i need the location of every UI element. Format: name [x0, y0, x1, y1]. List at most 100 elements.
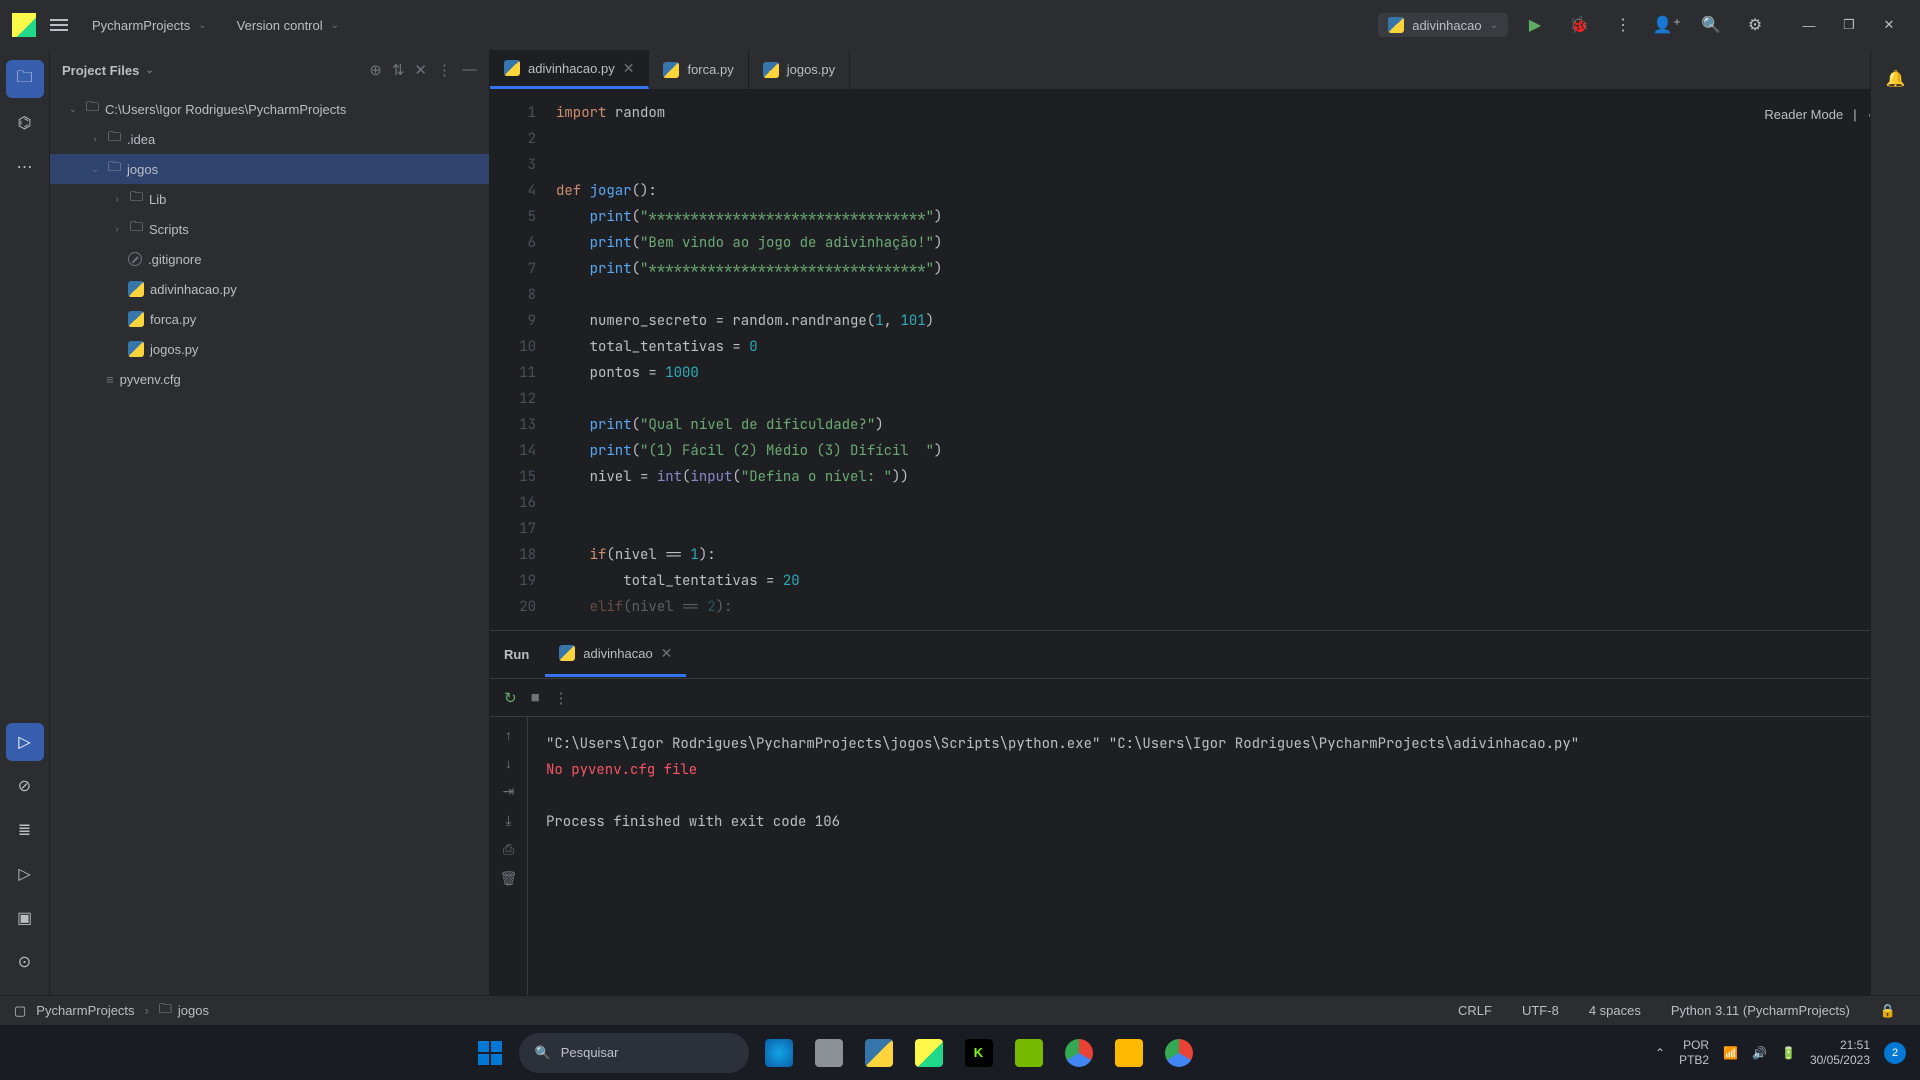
tree-file-jogos[interactable]: jogos.py — [50, 334, 489, 364]
notification-count-badge[interactable]: 2 — [1884, 1042, 1906, 1064]
interpreter-status[interactable]: Python 3.11 (PycharmProjects) — [1661, 1003, 1860, 1018]
services-tool-button[interactable]: ▷ — [6, 855, 44, 893]
taskbar-search[interactable]: 🔍 Pesquisar — [519, 1033, 749, 1073]
chevron-down-icon: ⌄ — [198, 20, 206, 31]
tree-folder-jogos[interactable]: ⌄ 🗀 jogos — [50, 154, 489, 184]
project-dropdown[interactable]: PycharmProjects ⌄ — [82, 14, 217, 37]
project-tool-button[interactable]: 🗀 — [6, 60, 44, 98]
tree-folder-idea[interactable]: › 🗀 .idea — [50, 124, 489, 154]
clear-all-icon[interactable]: 🗑 — [500, 870, 518, 887]
project-name-label: PycharmProjects — [92, 18, 190, 33]
stop-button[interactable]: ■ — [531, 689, 540, 706]
more-tools-icon[interactable]: ⋯ — [6, 148, 44, 186]
run-configuration-dropdown[interactable]: adivinhacao ⌄ — [1378, 13, 1508, 37]
run-button[interactable]: ▶ — [1518, 8, 1552, 42]
breadcrumb-item[interactable]: 🗀 jogos — [159, 1000, 209, 1022]
editor-tab-jogos[interactable]: jogos.py — [749, 50, 850, 89]
taskbar-app-nvidia[interactable] — [1009, 1033, 1049, 1073]
code-editor[interactable]: import random def jogar(): print("******… — [546, 90, 1920, 630]
breadcrumb-item[interactable]: PycharmProjects — [36, 1003, 134, 1018]
more-actions-icon[interactable]: ⋮ — [1606, 8, 1640, 42]
taskbar-app-pycharm[interactable] — [909, 1033, 949, 1073]
up-stack-icon[interactable]: ↑ — [505, 727, 512, 743]
tree-file-adivinhacao[interactable]: adivinhacao.py — [50, 274, 489, 304]
toolwindow-quick-access-icon[interactable]: ▢ — [14, 1003, 26, 1019]
tray-clock[interactable]: 21:5130/05/2023 — [1810, 1038, 1870, 1068]
tree-folder-scripts[interactable]: › 🗀 Scripts — [50, 214, 489, 244]
maximize-window-button[interactable]: ❐ — [1830, 8, 1868, 42]
chevron-right-icon: › — [110, 194, 124, 205]
tree-label: .idea — [127, 132, 155, 147]
run-tool-button[interactable]: ▷ — [6, 723, 44, 761]
down-stack-icon[interactable]: ↓ — [505, 755, 512, 771]
collapse-all-icon[interactable]: ✕ — [414, 61, 427, 79]
taskbar-app-explorer[interactable] — [1109, 1033, 1149, 1073]
encoding-status[interactable]: UTF-8 — [1512, 1003, 1569, 1018]
problems-tool-button[interactable]: ⊙ — [6, 943, 44, 981]
notifications-button[interactable]: 🔔 — [1877, 60, 1915, 98]
tree-label: Lib — [149, 192, 166, 207]
wifi-icon[interactable]: 📶 — [1723, 1046, 1738, 1060]
folder-icon: 🗀 — [130, 188, 143, 210]
hide-panel-icon[interactable]: — — [462, 61, 477, 79]
tree-file-forca[interactable]: forca.py — [50, 304, 489, 334]
debug-button[interactable]: 🐞 — [1562, 8, 1596, 42]
python-console-button[interactable]: ⊘ — [6, 767, 44, 805]
python-icon — [1388, 17, 1404, 33]
output-error-line: No pyvenv.cfg file — [546, 757, 1902, 783]
tree-label: jogos.py — [150, 342, 198, 357]
terminal-tool-button[interactable]: ▣ — [6, 899, 44, 937]
python-file-icon — [504, 60, 520, 76]
volume-icon[interactable]: 🔊 — [1752, 1046, 1767, 1060]
close-tab-icon[interactable]: ✕ — [623, 60, 635, 77]
close-tab-icon[interactable]: ✕ — [661, 645, 673, 662]
python-packages-button[interactable]: ≣ — [6, 811, 44, 849]
tree-file-gitignore[interactable]: .gitignore — [50, 244, 489, 274]
tray-chevron-icon[interactable]: ⌃ — [1655, 1046, 1665, 1060]
minimize-window-button[interactable]: — — [1790, 8, 1828, 42]
run-tab[interactable]: adivinhacao ✕ — [545, 633, 686, 677]
soft-wrap-icon[interactable]: ⇥ — [503, 783, 515, 800]
taskbar-app-python[interactable] — [859, 1033, 899, 1073]
rerun-button[interactable]: ↻ — [504, 689, 517, 707]
search-icon: 🔍 — [535, 1045, 551, 1061]
code-with-me-icon[interactable]: 👤⁺ — [1650, 8, 1684, 42]
vcs-dropdown[interactable]: Version control ⌄ — [227, 14, 349, 37]
taskbar-app-chrome[interactable] — [1059, 1033, 1099, 1073]
settings-icon[interactable]: ⚙ — [1738, 8, 1772, 42]
start-button[interactable] — [471, 1034, 509, 1072]
line-separator-status[interactable]: CRLF — [1448, 1003, 1502, 1018]
run-toolbar-more-icon[interactable]: ⋮ — [554, 689, 569, 707]
tray-language[interactable]: PORPTB2 — [1679, 1038, 1709, 1068]
tree-folder-lib[interactable]: › 🗀 Lib — [50, 184, 489, 214]
run-output[interactable]: "C:\Users\Igor Rodrigues\PycharmProjects… — [528, 717, 1920, 1025]
tree-root[interactable]: ⌄ 🗀 C:\Users\Igor Rodrigues\PycharmProje… — [50, 94, 489, 124]
folder-icon: 🗀 — [130, 218, 143, 240]
battery-icon[interactable]: 🔋 — [1781, 1046, 1796, 1060]
search-placeholder: Pesquisar — [561, 1045, 619, 1060]
main-menu-icon[interactable] — [46, 15, 72, 35]
tree-label: pyvenv.cfg — [120, 372, 181, 387]
editor-tab-forca[interactable]: forca.py — [649, 50, 748, 89]
taskbar-app-chrome-2[interactable] — [1159, 1033, 1199, 1073]
print-icon[interactable]: ⎙ — [503, 841, 514, 858]
select-opened-file-icon[interactable]: ⊕ — [369, 61, 382, 79]
scroll-to-end-icon[interactable]: ⤓ — [505, 812, 511, 829]
run-tab-label: adivinhacao — [583, 646, 652, 661]
editor-tab-adivinhacao[interactable]: adivinhacao.py ✕ — [490, 50, 649, 89]
folder-icon: 🗀 — [108, 158, 121, 180]
panel-options-icon[interactable]: ⋮ — [437, 61, 452, 79]
folder-icon: 🗀 — [159, 1000, 172, 1022]
search-everywhere-icon[interactable]: 🔍 — [1694, 8, 1728, 42]
project-panel-title[interactable]: Project Files ⌄ — [62, 63, 154, 78]
close-window-button[interactable]: ✕ — [1870, 8, 1908, 42]
taskbar-app-bing[interactable] — [759, 1033, 799, 1073]
taskbar-app-k[interactable]: K — [959, 1033, 999, 1073]
readonly-lock-icon[interactable]: 🔒 — [1870, 1003, 1906, 1019]
taskbar-app-taskview[interactable] — [809, 1033, 849, 1073]
python-file-icon — [663, 62, 679, 78]
tree-file-pyvenv[interactable]: ≡ pyvenv.cfg — [50, 364, 489, 394]
expand-all-icon[interactable]: ⇅ — [392, 61, 405, 79]
indent-status[interactable]: 4 spaces — [1579, 1003, 1651, 1018]
structure-tool-button[interactable]: ⌬ — [6, 104, 44, 142]
